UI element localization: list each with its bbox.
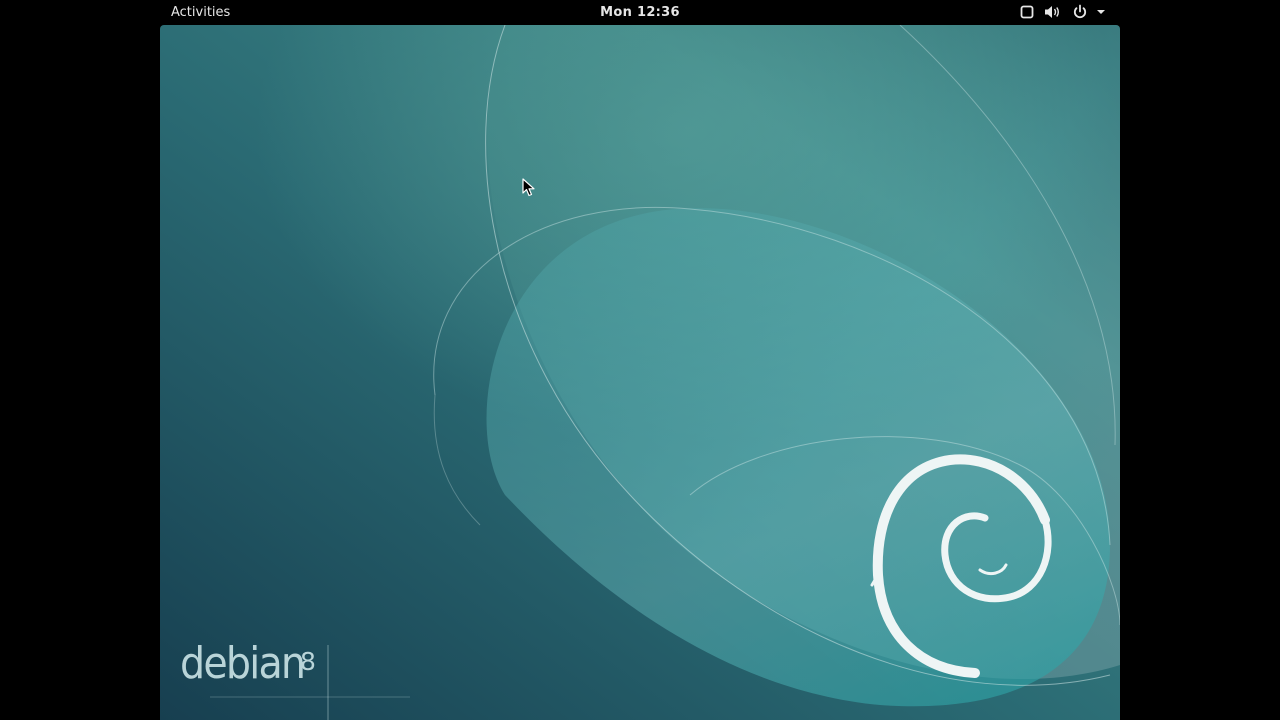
wallpaper-graphic xyxy=(160,25,1120,720)
menu-arrow-icon xyxy=(1097,10,1105,14)
system-status-menu[interactable] xyxy=(1014,0,1114,25)
power-icon xyxy=(1073,4,1087,19)
volume-icon xyxy=(1045,6,1059,18)
clock-button[interactable]: Mon 12:36 xyxy=(540,5,740,21)
mouse-pointer-icon xyxy=(522,178,535,197)
screen-icon xyxy=(1020,5,1034,19)
desktop-wallpaper[interactable]: debian 8 xyxy=(160,25,1120,720)
brand-version: 8 xyxy=(300,647,316,676)
brand-wordmark: debian xyxy=(180,638,306,689)
activities-button[interactable]: Activities xyxy=(171,5,230,21)
top-bar: Activities Mon 12:36 xyxy=(0,0,1280,25)
